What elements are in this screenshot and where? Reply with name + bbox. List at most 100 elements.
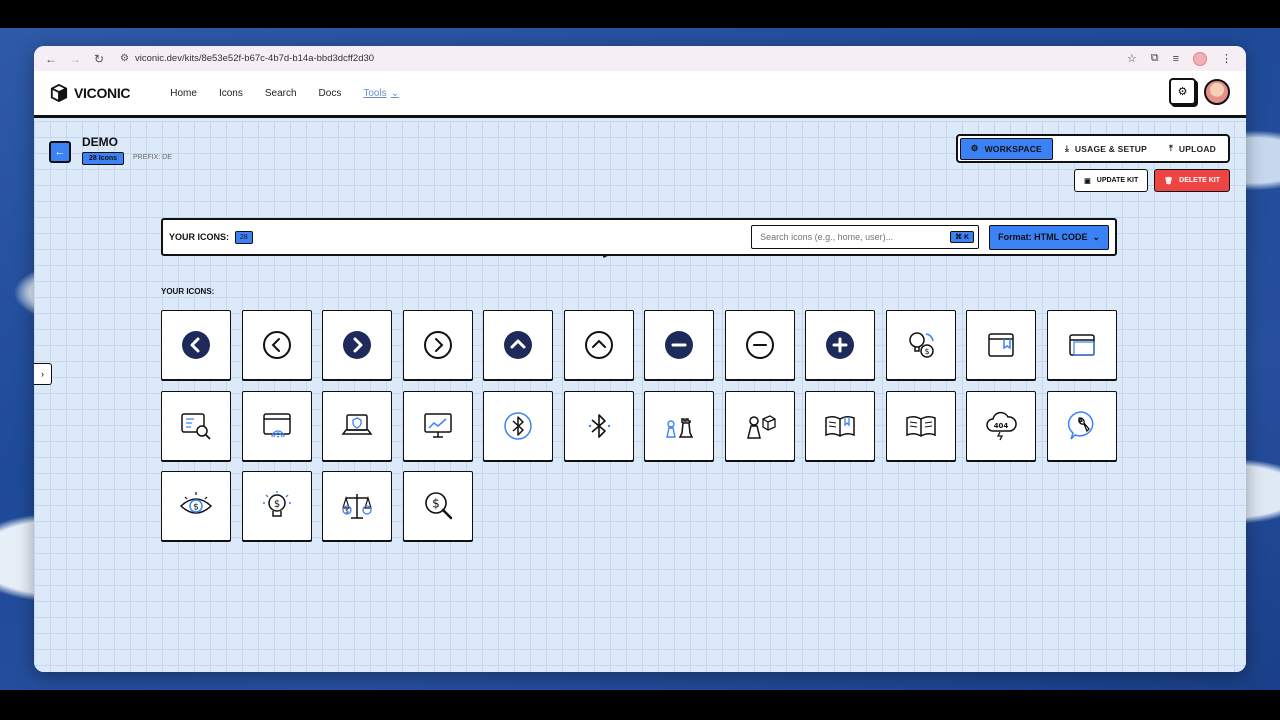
user-profile-search-icon [181,412,211,440]
icon-card[interactable] [161,310,231,380]
sidebar-toggle[interactable]: › [34,363,52,385]
logo[interactable]: VICONIC [50,84,131,102]
icon-card[interactable] [483,310,553,380]
chevron-left-outline-icon [262,331,291,359]
icon-card[interactable] [563,390,634,461]
icon-card[interactable]: $ [885,310,956,380]
nav-docs[interactable]: Docs [319,88,342,99]
forward-nav-icon[interactable]: → [66,50,84,68]
tab-usage-setup[interactable]: ⤓ USAGE & SETUP [1055,138,1157,160]
extensions-icon[interactable]: ⧉ [1151,52,1159,65]
trash-icon: 🗑 [1164,177,1174,185]
tab-workspace-label: WORKSPACE [984,143,1042,154]
format-label: Format: HTML CODE [998,232,1088,242]
tab-workspace[interactable]: ⚙ WORKSPACE [959,137,1053,160]
chevron-right-icon: › [41,369,44,379]
icon-card[interactable] [724,310,795,380]
monitor-chart-icon [423,412,452,438]
icon-card[interactable] [483,390,553,461]
update-kit-button[interactable]: ▣ UPDATE KIT [1074,169,1149,192]
reload-icon[interactable]: ↻ [90,50,108,68]
icon-card[interactable] [1046,310,1117,380]
icon-card[interactable] [1046,390,1117,461]
icon-card[interactable] [161,390,231,461]
icon-card[interactable] [402,310,473,380]
icon-card[interactable]: $ [402,471,473,541]
address-bar[interactable]: ⚙ viconic.dev/kits/8e53e52f-b67c-4b7d-b1… [114,49,1121,68]
bookmark-star-icon[interactable]: ☆ [1127,52,1137,65]
icon-grid: $404 $ $ $ $ [161,310,1117,541]
search-box[interactable]: ⌘ K [751,225,980,249]
back-button[interactable]: ← [49,141,71,163]
browser-fingerprint-icon [262,412,291,438]
user-avatar[interactable] [1204,78,1230,105]
kit-title: DEMO [82,135,118,149]
nav-icons[interactable]: Icons [219,88,243,99]
icon-card[interactable] [885,390,956,461]
upload-icon: ⤒ [1168,143,1173,153]
shortcut-badge: ⌘ K [950,231,975,243]
url-text: viconic.dev/kits/8e53e52f-b67c-4b7d-b14a… [134,53,375,64]
nav-tools[interactable]: Tools ⌄ [363,88,399,99]
idea-money-icon: $ [908,332,934,358]
search-money-icon: $ [424,492,452,520]
chevron-up-filled-icon [504,331,532,359]
svg-text:$: $ [193,503,199,513]
logo-text: VICONIC [74,85,131,101]
icon-card[interactable] [644,390,714,461]
icon-card[interactable] [724,390,795,461]
chevron-down-icon: ⌄ [1092,231,1100,242]
open-book-bookmark-icon [825,415,855,437]
eye-money-icon: $ [179,492,213,514]
icon-card[interactable] [644,310,714,380]
chevron-right-outline-icon [423,331,452,359]
nav-home[interactable]: Home [170,88,197,99]
bluetooth-circle-icon [504,411,532,440]
icon-card[interactable] [241,390,312,461]
media-icon[interactable]: ≡ [1173,53,1179,65]
main-nav: Home Icons Search Docs Tools ⌄ [170,88,399,99]
site-info-icon[interactable]: ⚙ [120,53,129,64]
icon-card[interactable] [241,310,312,380]
icon-card[interactable]: 404 [966,390,1036,461]
svg-text:$: $ [273,499,279,510]
icon-card[interactable]: $ [322,471,392,541]
delete-kit-button[interactable]: 🗑 DELETE KIT [1154,169,1230,192]
format-dropdown[interactable]: Format: HTML CODE ⌄ [989,224,1109,250]
search-input[interactable] [760,232,951,242]
icon-card[interactable] [563,310,634,380]
profile-avatar-icon[interactable] [1193,51,1207,66]
bluetooth-icon [588,413,610,438]
open-book-icon [905,415,936,437]
arrow-left-icon: ← [54,146,66,158]
browser-window-icon [1068,334,1095,356]
chevron-right-filled-icon [343,331,371,359]
more-menu-icon[interactable]: ⋮ [1221,52,1232,65]
chevron-up-outline-icon [584,331,613,359]
icon-card[interactable]: $ [241,471,312,541]
scale-money-icon: $ [342,494,372,519]
settings-button[interactable]: ⚙ [1169,78,1196,105]
delete-kit-label: DELETE KIT [1179,177,1220,184]
icon-card[interactable] [805,390,875,461]
back-nav-icon[interactable]: ← [42,50,60,68]
icon-card[interactable] [966,310,1036,380]
browser-toolbar: ← → ↻ ⚙ viconic.dev/kits/8e53e52f-b67c-4… [34,46,1246,71]
icon-card[interactable] [805,310,875,380]
gear-icon: ⚙ [1177,86,1188,98]
icon-card[interactable] [402,390,473,461]
chess-pawn-cube-icon [746,414,776,439]
cube-logo-icon [50,84,68,102]
kit-prefix: PREFIX: DE [133,154,172,161]
icon-card[interactable]: $ [161,471,231,541]
plus-filled-icon [826,331,854,359]
lightbulb-money-icon: $ [262,491,291,517]
cloud-404-icon: 404 [986,411,1017,440]
nav-search[interactable]: Search [265,88,297,99]
tab-upload[interactable]: ⤒ UPLOAD [1159,138,1226,160]
chevron-left-filled-icon [182,331,210,359]
tab-usage-label: USAGE & SETUP [1074,143,1147,154]
icon-card[interactable] [322,310,392,380]
icons-toolbar: YOUR ICONS: 28 ⌘ K Format: HTML CODE ⌄ [161,218,1117,256]
icon-card[interactable] [322,390,392,461]
